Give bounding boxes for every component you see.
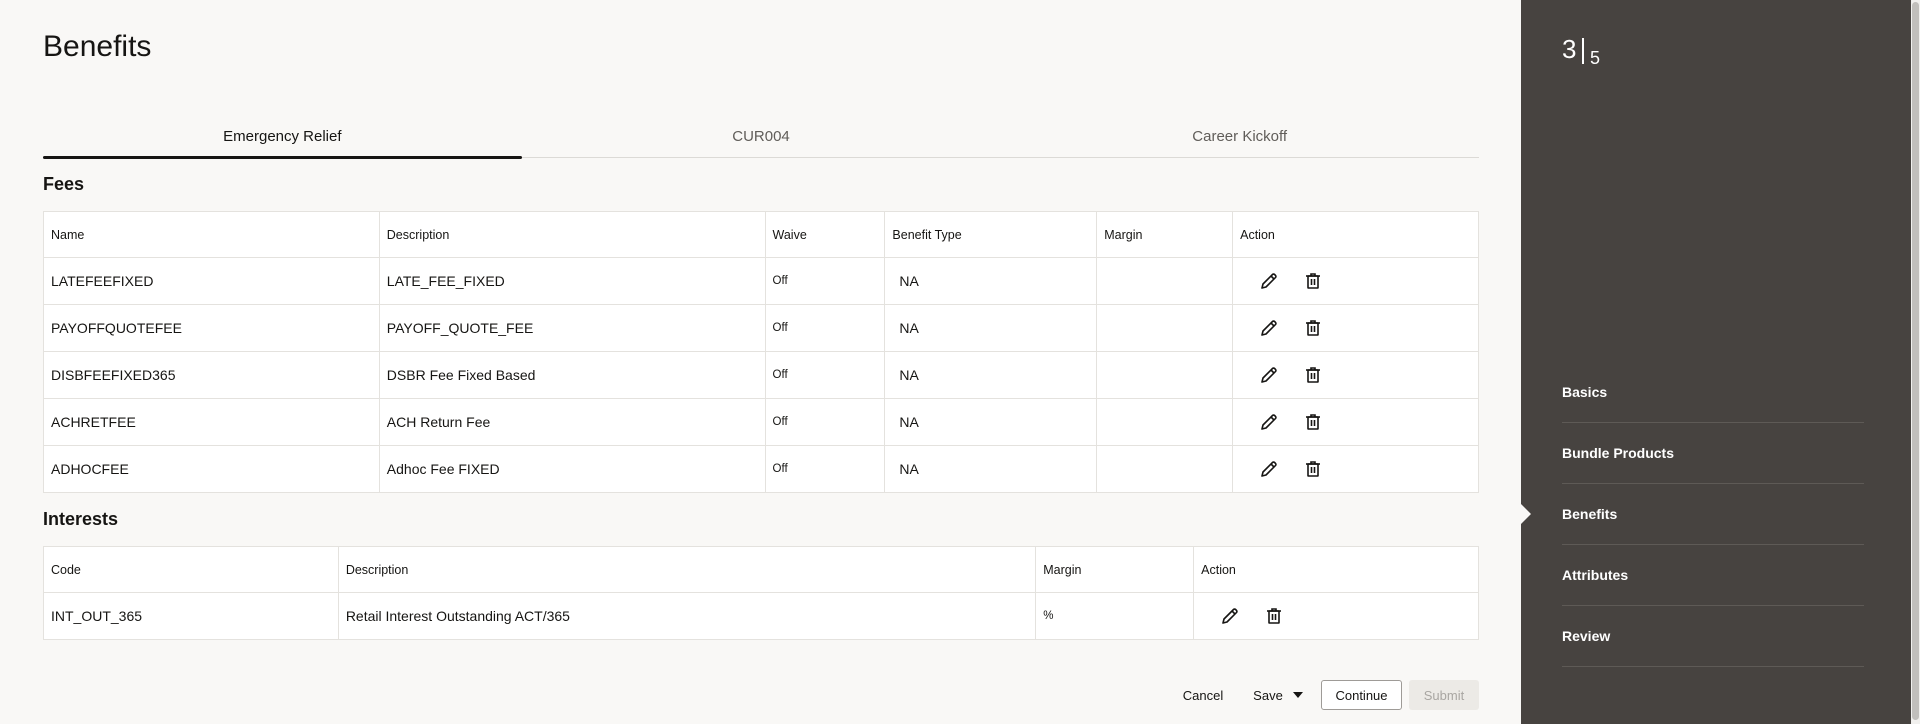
fee-margin-cell bbox=[1096, 445, 1234, 493]
col-header-code[interactable]: Code bbox=[43, 546, 339, 593]
fee-name-cell: PAYOFFQUOTEFEE bbox=[43, 304, 380, 352]
fee-benefit-type-cell: NA bbox=[884, 445, 1098, 493]
interest-margin-cell: % bbox=[1035, 592, 1195, 640]
fee-benefit-type-cell: NA bbox=[884, 351, 1098, 399]
nav-item-review[interactable]: Review bbox=[1562, 606, 1864, 667]
trash-icon[interactable] bbox=[1263, 605, 1285, 627]
footer-actions: Cancel Save Continue Submit bbox=[0, 680, 1479, 710]
fee-description-cell: DSBR Fee Fixed Based bbox=[378, 351, 766, 399]
scrollbar-thumb[interactable] bbox=[1912, 2, 1919, 720]
pencil-icon[interactable] bbox=[1258, 411, 1280, 433]
fee-row: ADHOCFEE Adhoc Fee FIXED Off NA bbox=[43, 445, 1479, 493]
fee-waive-cell: Off bbox=[764, 304, 886, 352]
tab-emergency-relief[interactable]: Emergency Relief bbox=[43, 118, 522, 159]
col-header-margin[interactable]: Margin bbox=[1096, 211, 1234, 258]
trash-icon[interactable] bbox=[1302, 317, 1324, 339]
train-sidebar: 3 5 Basics Bundle Products Benefits Attr… bbox=[1521, 0, 1911, 724]
fee-margin-cell bbox=[1096, 351, 1234, 399]
fee-waive-cell: Off bbox=[764, 445, 886, 493]
action-cell bbox=[1193, 592, 1479, 640]
fee-row: DISBFEEFIXED365 DSBR Fee Fixed Based Off NA bbox=[43, 351, 1479, 399]
trash-icon[interactable] bbox=[1302, 270, 1324, 292]
fee-benefit-type-cell: NA bbox=[884, 257, 1098, 305]
interests-header-row: Code Description Margin Action bbox=[43, 546, 1479, 593]
nav-item-benefits[interactable]: Benefits bbox=[1521, 484, 1864, 545]
fee-description-cell: ACH Return Fee bbox=[378, 398, 766, 446]
fee-margin-cell bbox=[1096, 304, 1234, 352]
fees-table: Name Description Waive Benefit Type Marg… bbox=[43, 211, 1479, 493]
fee-row: LATEFEEFIXED LATE_FEE_FIXED Off NA bbox=[43, 257, 1479, 305]
tab-bar: Emergency Relief CUR004 Career Kickoff bbox=[43, 118, 1479, 159]
cancel-button[interactable]: Cancel bbox=[1175, 680, 1231, 710]
fee-waive-cell: Off bbox=[764, 351, 886, 399]
fee-description-cell: PAYOFF_QUOTE_FEE bbox=[378, 304, 766, 352]
fee-row: ACHRETFEE ACH Return Fee Off NA bbox=[43, 398, 1479, 446]
step-counter: 3 5 bbox=[1562, 34, 1600, 69]
total-steps: 5 bbox=[1589, 48, 1600, 68]
fees-header-row: Name Description Waive Benefit Type Marg… bbox=[43, 211, 1479, 258]
pencil-icon[interactable] bbox=[1258, 364, 1280, 386]
interest-description-cell: Retail Interest Outstanding ACT/365 bbox=[337, 592, 1037, 640]
save-label: Save bbox=[1253, 687, 1283, 703]
interests-table: Code Description Margin Action INT_OUT_3… bbox=[43, 546, 1479, 640]
caret-down-icon bbox=[1292, 692, 1303, 698]
trash-icon[interactable] bbox=[1302, 364, 1324, 386]
interest-code-cell: INT_OUT_365 bbox=[43, 592, 339, 640]
save-menu-button[interactable]: Save bbox=[1248, 680, 1308, 710]
col-header-name[interactable]: Name bbox=[43, 211, 380, 258]
col-header-margin[interactable]: Margin bbox=[1035, 546, 1195, 593]
current-step: 3 bbox=[1562, 34, 1577, 64]
pencil-icon[interactable] bbox=[1258, 317, 1280, 339]
fee-benefit-type-cell: NA bbox=[884, 304, 1098, 352]
fee-margin-cell bbox=[1096, 398, 1234, 446]
pencil-icon[interactable] bbox=[1258, 270, 1280, 292]
fee-benefit-type-cell: NA bbox=[884, 398, 1098, 446]
fee-description-cell: LATE_FEE_FIXED bbox=[378, 257, 766, 305]
fee-description-cell: Adhoc Fee FIXED bbox=[378, 445, 766, 493]
fee-margin-cell bbox=[1096, 257, 1234, 305]
action-cell bbox=[1232, 398, 1479, 446]
fee-name-cell: LATEFEEFIXED bbox=[43, 257, 380, 305]
action-cell bbox=[1232, 351, 1479, 399]
page-scrollbar[interactable] bbox=[1911, 0, 1920, 724]
nav-item-basics[interactable]: Basics bbox=[1562, 362, 1864, 423]
main-content: Benefits Emergency Relief CUR004 Career … bbox=[0, 0, 1521, 724]
pencil-icon[interactable] bbox=[1258, 458, 1280, 480]
fee-waive-cell: Off bbox=[764, 398, 886, 446]
col-header-waive[interactable]: Waive bbox=[764, 211, 886, 258]
interest-row: INT_OUT_365 Retail Interest Outstanding A… bbox=[43, 592, 1479, 640]
pencil-icon[interactable] bbox=[1219, 605, 1241, 627]
action-cell bbox=[1232, 445, 1479, 493]
nav-item-bundle-products[interactable]: Bundle Products bbox=[1562, 423, 1864, 484]
tab-cur004[interactable]: CUR004 bbox=[522, 118, 1001, 157]
fee-waive-cell: Off bbox=[764, 257, 886, 305]
step-nav: Basics Bundle Products Benefits Attribut… bbox=[1521, 362, 1864, 667]
tab-career-kickoff[interactable]: Career Kickoff bbox=[1000, 118, 1479, 157]
col-header-description[interactable]: Description bbox=[378, 211, 766, 258]
fee-name-cell: ADHOCFEE bbox=[43, 445, 380, 493]
page-title: Benefits bbox=[43, 30, 152, 63]
nav-item-attributes[interactable]: Attributes bbox=[1562, 545, 1864, 606]
fees-section-title: Fees bbox=[43, 174, 85, 194]
action-cell bbox=[1232, 304, 1479, 352]
step-separator bbox=[1582, 38, 1584, 64]
col-header-action: Action bbox=[1232, 211, 1479, 258]
continue-button[interactable]: Continue bbox=[1321, 680, 1402, 710]
col-header-benefit-type[interactable]: Benefit Type bbox=[884, 211, 1098, 258]
trash-icon[interactable] bbox=[1302, 411, 1324, 433]
fee-row: PAYOFFQUOTEFEE PAYOFF_QUOTE_FEE Off NA bbox=[43, 304, 1479, 352]
fee-name-cell: ACHRETFEE bbox=[43, 398, 380, 446]
col-header-description[interactable]: Description bbox=[337, 546, 1037, 593]
trash-icon[interactable] bbox=[1302, 458, 1324, 480]
col-header-action: Action bbox=[1193, 546, 1479, 593]
submit-button[interactable]: Submit bbox=[1409, 680, 1479, 710]
action-cell bbox=[1232, 257, 1479, 305]
interests-section-title: Interests bbox=[43, 509, 119, 529]
fee-name-cell: DISBFEEFIXED365 bbox=[43, 351, 380, 399]
